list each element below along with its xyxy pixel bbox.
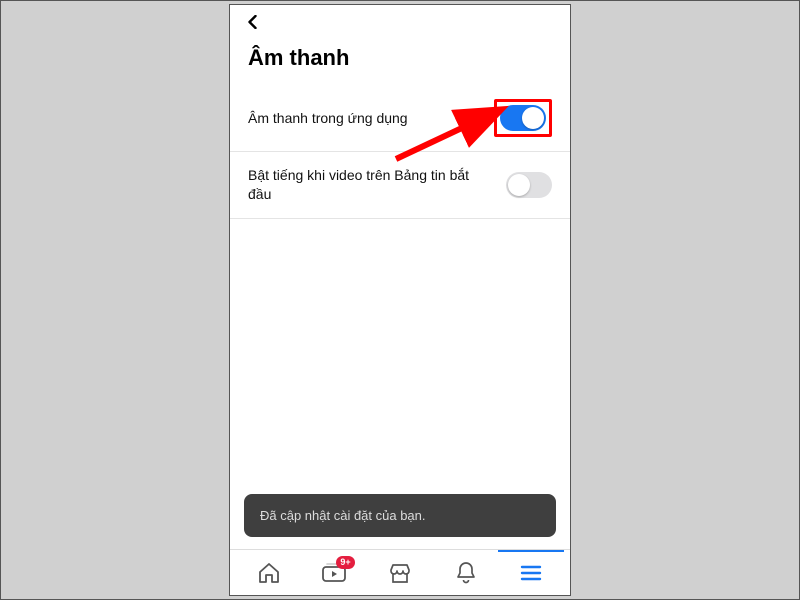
toggle-knob [522, 107, 544, 129]
toggle-knob [508, 174, 530, 196]
toggle-in-app-sound[interactable] [500, 105, 546, 131]
title-block: Âm thanh [230, 39, 570, 85]
bell-icon [455, 561, 477, 585]
tab-notifications[interactable] [433, 550, 499, 595]
home-icon [257, 561, 281, 585]
header-bar [230, 5, 570, 39]
watch-badge: 9+ [336, 556, 354, 569]
phone-screen: Âm thanh Âm thanh trong ứng dụng Bật tiế… [229, 4, 571, 596]
back-button[interactable] [242, 11, 264, 33]
tab-home[interactable] [236, 550, 302, 595]
tab-watch[interactable]: 9+ [302, 550, 368, 595]
tab-menu[interactable] [498, 550, 564, 595]
menu-icon [520, 564, 542, 582]
setting-row-in-app-sound: Âm thanh trong ứng dụng [230, 85, 570, 152]
chevron-left-icon [246, 15, 260, 29]
highlight-box [494, 99, 552, 137]
page-title: Âm thanh [248, 45, 552, 71]
setting-row-feed-video-sound: Bật tiếng khi video trên Bảng tin bắt đầ… [230, 152, 570, 219]
toast: Đã cập nhật cài đặt của bạn. [244, 494, 556, 537]
setting-label: Âm thanh trong ứng dụng [248, 109, 482, 128]
toast-message: Đã cập nhật cài đặt của bạn. [260, 508, 426, 523]
setting-label: Bật tiếng khi video trên Bảng tin bắt đầ… [248, 166, 494, 204]
tab-bar: 9+ [230, 549, 570, 595]
toggle-feed-video-sound[interactable] [506, 172, 552, 198]
tab-marketplace[interactable] [367, 550, 433, 595]
marketplace-icon [388, 561, 412, 585]
